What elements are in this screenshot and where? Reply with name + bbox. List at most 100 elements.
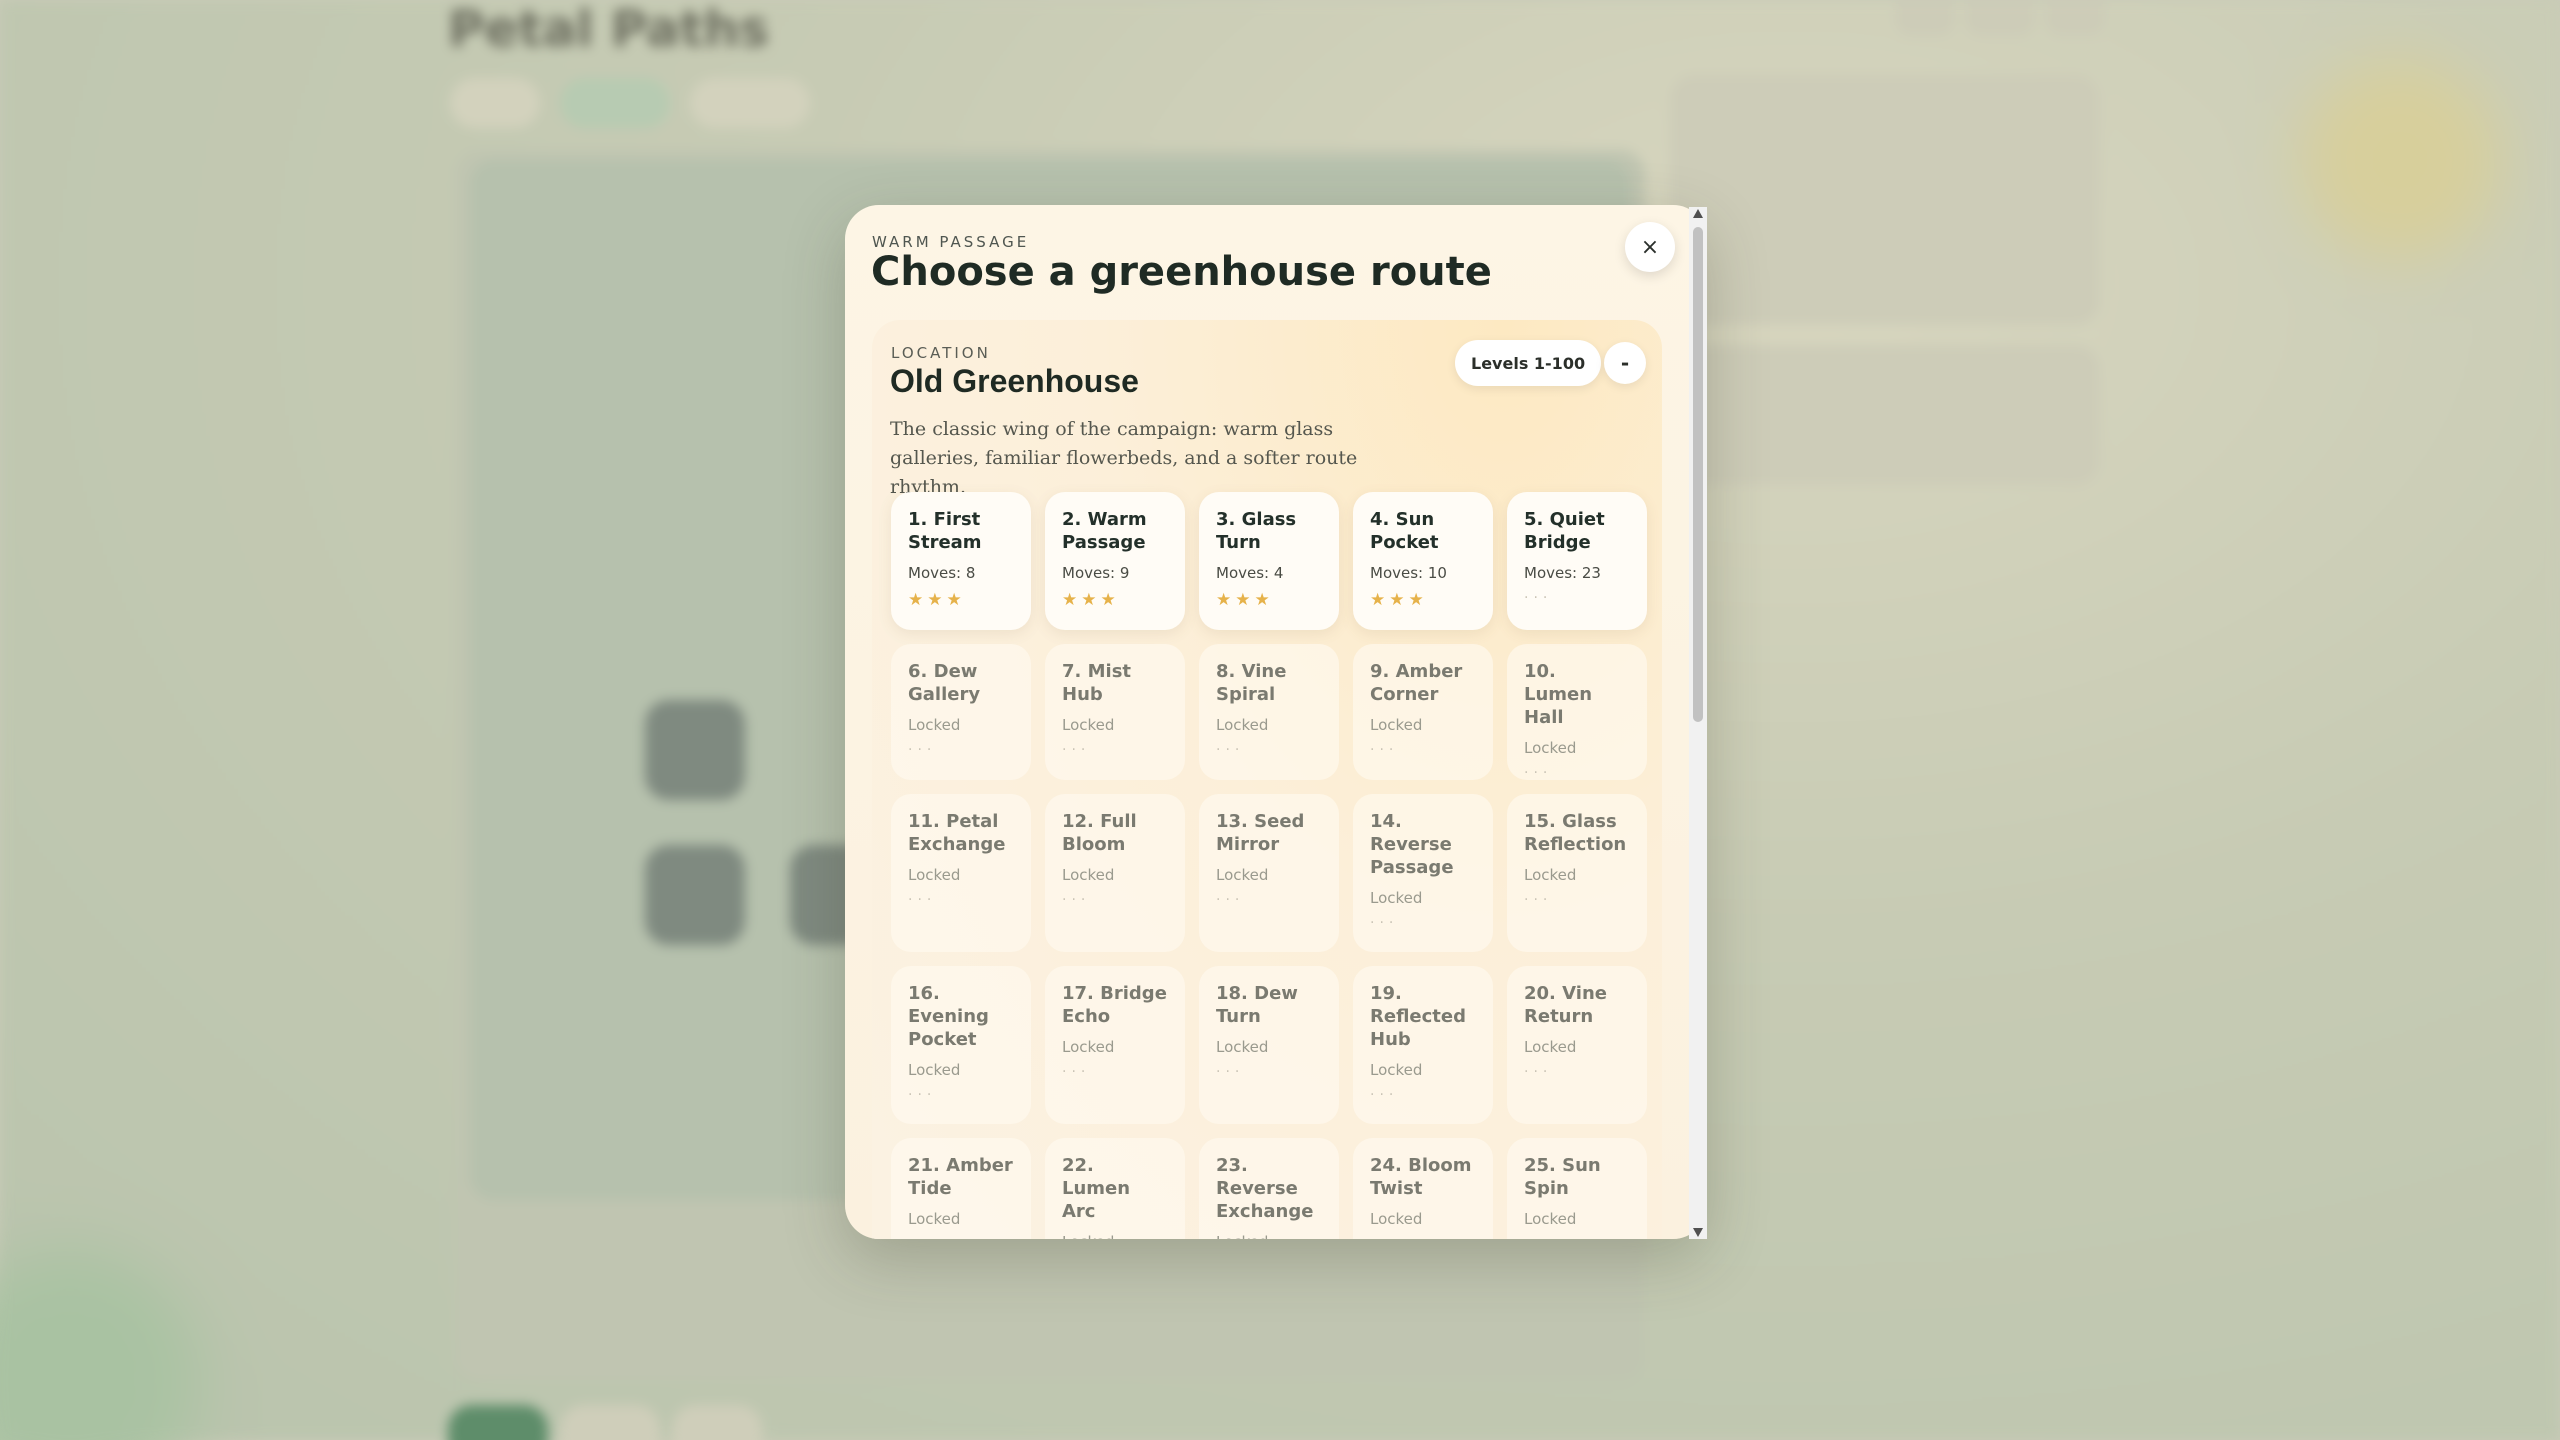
background-card: [1670, 75, 2100, 325]
level-card[interactable]: 21. Amber Tide Locked ···: [891, 1138, 1031, 1239]
location-name: Old Greenhouse: [890, 363, 1139, 399]
level-stars: ···: [1216, 892, 1245, 908]
level-card[interactable]: 5. Quiet Bridge Moves: 23 ···: [1507, 492, 1647, 630]
level-card[interactable]: 24. Bloom Twist Locked ···: [1353, 1138, 1493, 1239]
level-name: 20. Vine Return: [1524, 983, 1607, 1027]
background-pill: [450, 78, 540, 128]
level-moves: Moves: 23: [1524, 564, 1601, 582]
background-tile: [645, 845, 745, 945]
level-name: 22. Lumen Arc: [1062, 1155, 1131, 1222]
level-locked-label: Locked: [1216, 716, 1269, 734]
level-name: 23. Reverse Exchange: [1216, 1155, 1314, 1222]
level-card[interactable]: 16. Evening Pocket Locked ···: [891, 966, 1031, 1124]
level-stars: ★★★: [1062, 590, 1120, 610]
level-locked-label: Locked: [1062, 716, 1115, 734]
level-locked-label: Locked: [1370, 716, 1423, 734]
scroll-up-arrow-icon[interactable]: [1693, 209, 1703, 218]
level-name: 2. Warm Passage: [1062, 509, 1147, 553]
level-locked-label: Locked: [1524, 1038, 1577, 1056]
level-name: 5. Quiet Bridge: [1524, 509, 1605, 553]
modal-scrollbar[interactable]: [1689, 207, 1707, 1239]
level-name: 18. Dew Turn: [1216, 983, 1298, 1027]
background-tile: [645, 700, 745, 800]
level-card[interactable]: 11. Petal Exchange Locked ···: [891, 794, 1031, 952]
close-button[interactable]: ×: [1625, 222, 1675, 272]
level-name: 10. Lumen Hall: [1524, 661, 1593, 728]
scroll-down-arrow-icon[interactable]: [1693, 1228, 1703, 1237]
level-card[interactable]: 20. Vine Return Locked ···: [1507, 966, 1647, 1124]
level-locked-label: Locked: [1216, 1038, 1269, 1056]
level-locked-label: Locked: [1370, 1210, 1423, 1228]
level-card[interactable]: 8. Vine Spiral Locked ···: [1199, 644, 1339, 780]
level-card[interactable]: 19. Reflected Hub Locked ···: [1353, 966, 1493, 1124]
level-grid: 1. First Stream Moves: 8 ★★★ 2. Warm Passag…: [891, 492, 1647, 1239]
level-locked-label: Locked: [1370, 1061, 1423, 1079]
background-card: [1670, 345, 2100, 485]
level-card[interactable]: 6. Dew Gallery Locked ···: [891, 644, 1031, 780]
level-card[interactable]: 25. Sun Spin Locked ···: [1507, 1138, 1647, 1239]
level-name: 8. Vine Spiral: [1216, 661, 1287, 705]
background-button: [2045, 0, 2105, 36]
level-locked-label: Locked: [1216, 1233, 1322, 1239]
background-pill: [690, 78, 810, 128]
level-name: 7. Mist Hub: [1062, 661, 1132, 705]
location-panel: LOCATION Old Greenhouse The classic wing…: [872, 320, 1662, 1239]
level-moves: Moves: 4: [1216, 564, 1284, 582]
level-name: 24. Bloom Twist: [1370, 1155, 1472, 1199]
level-name: 14. Reverse Passage: [1370, 811, 1454, 878]
level-name: 13. Seed Mirror: [1216, 811, 1305, 855]
level-name: 12. Full Bloom: [1062, 811, 1137, 855]
level-moves: Moves: 9: [1062, 564, 1130, 582]
level-stars: ···: [1062, 1064, 1091, 1080]
level-card[interactable]: 10. Lumen Hall Locked ···: [1507, 644, 1647, 781]
level-card[interactable]: 14. Reverse Passage Locked ···: [1353, 794, 1493, 952]
level-name: 21. Amber Tide: [908, 1155, 1013, 1199]
level-card[interactable]: 23. Reverse ExchangeLocked···: [1199, 1138, 1339, 1239]
level-locked-label: Locked: [1370, 889, 1423, 907]
background-button: [1895, 0, 1955, 36]
level-name: 11. Petal Exchange: [908, 811, 1006, 855]
level-card[interactable]: 9. Amber Corner Locked ···: [1353, 644, 1493, 780]
level-moves: Moves: 8: [908, 564, 976, 582]
background-pill: [560, 78, 670, 128]
level-card[interactable]: 3. Glass Turn Moves: 4 ★★★: [1199, 492, 1339, 630]
level-locked-label: Locked: [1062, 1038, 1115, 1056]
level-locked-label: Locked: [1062, 1233, 1168, 1239]
background-nav-pill: [448, 1405, 548, 1440]
level-card[interactable]: 18. Dew Turn Locked ···: [1199, 966, 1339, 1124]
level-card[interactable]: 22. Lumen ArcLocked···: [1045, 1138, 1185, 1239]
level-locked-label: Locked: [1524, 739, 1577, 757]
collapse-button[interactable]: -: [1604, 342, 1646, 384]
level-card[interactable]: 12. Full Bloom Locked ···: [1045, 794, 1185, 952]
level-name: 17. Bridge Echo: [1062, 983, 1167, 1027]
level-stars: ···: [1062, 742, 1091, 758]
minus-icon: -: [1620, 351, 1630, 375]
level-name: 15. Glass Reflection: [1524, 811, 1627, 855]
background-glow: [0, 1250, 200, 1440]
scrollbar-thumb[interactable]: [1693, 227, 1703, 722]
level-card[interactable]: 15. Glass Reflection Locked ···: [1507, 794, 1647, 952]
location-description: The classic wing of the campaign: warm g…: [890, 418, 1358, 498]
level-card[interactable]: 2. Warm Passage Moves: 9 ★★★: [1045, 492, 1185, 630]
route-modal: WARM PASSAGE Choose a greenhouse route ×…: [845, 205, 1707, 1239]
level-stars: ···: [1524, 1064, 1553, 1080]
level-name: 25. Sun Spin: [1524, 1155, 1601, 1199]
level-stars: ···: [1062, 892, 1091, 908]
level-stars: ···: [1216, 742, 1245, 758]
level-card[interactable]: 4. Sun Pocket Moves: 10 ★★★: [1353, 492, 1493, 630]
level-name: 16. Evening Pocket: [908, 983, 989, 1050]
level-name: 4. Sun Pocket: [1370, 509, 1439, 553]
level-card[interactable]: 13. Seed Mirror Locked ···: [1199, 794, 1339, 952]
background-app-title: Petal Paths: [448, 0, 770, 58]
background-nav-pill: [560, 1405, 660, 1440]
level-card[interactable]: 1. First Stream Moves: 8 ★★★: [891, 492, 1031, 630]
level-card[interactable]: 7. Mist Hub Locked ···: [1045, 644, 1185, 780]
level-card[interactable]: 17. Bridge Echo Locked ···: [1045, 966, 1185, 1124]
level-stars: ···: [1524, 590, 1553, 606]
location-label: LOCATION: [891, 344, 991, 362]
level-stars: ···: [908, 892, 937, 908]
background-glow: [2300, 60, 2500, 260]
level-locked-label: Locked: [908, 716, 961, 734]
level-stars: ···: [1370, 742, 1399, 758]
level-stars: ···: [1524, 765, 1553, 781]
